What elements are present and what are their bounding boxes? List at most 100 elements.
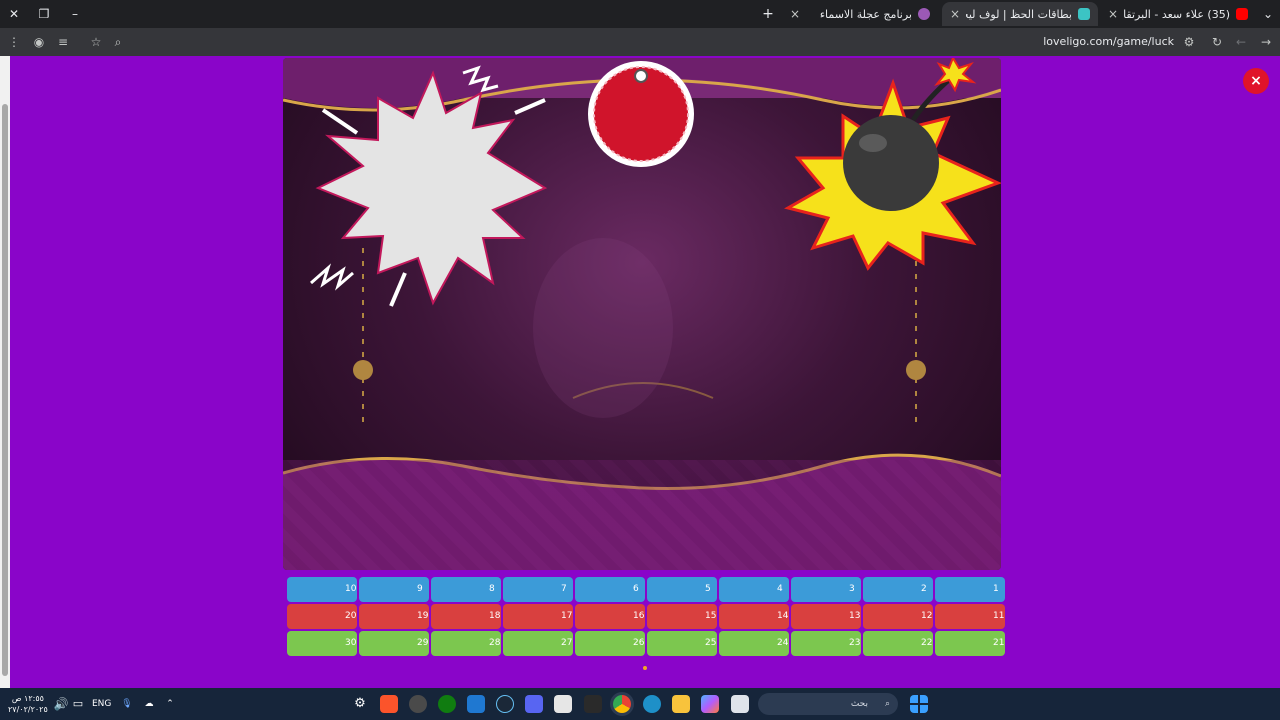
onedrive-icon[interactable]: ☁ <box>140 695 158 713</box>
url-text[interactable]: loveligo.com/game/luck <box>1043 35 1174 48</box>
number-cell[interactable]: 3 <box>791 577 861 602</box>
page-content: × 1 2 3 4 5 6 7 8 9 10 11 12 13 14 15 16… <box>0 56 1280 688</box>
number-cell[interactable]: 7 <box>503 577 573 602</box>
settings-icon[interactable]: ⚙ <box>351 695 369 713</box>
window-minimize-button[interactable]: – <box>67 6 83 22</box>
discord-icon[interactable] <box>525 695 543 713</box>
tab-strip: ⌄ (35) علاء سعد - البرتقالة (ألبوم مح...… <box>0 0 1280 28</box>
new-tab-button[interactable]: + <box>760 6 776 22</box>
steam-icon[interactable] <box>496 695 514 713</box>
tab-youtube[interactable]: (35) علاء سعد - البرتقالة (ألبوم مح... × <box>1100 2 1256 26</box>
number-cell[interactable]: 11 <box>935 604 1005 629</box>
photos-app-icon[interactable] <box>467 695 485 713</box>
clock-date: ٢٧/٠٢/٢٠٢٥ <box>8 705 48 714</box>
chrome-icon[interactable] <box>613 695 631 713</box>
tab-close-icon[interactable]: × <box>790 7 800 21</box>
scrollbar-thumb[interactable] <box>2 104 8 676</box>
number-cell[interactable]: 24 <box>719 631 789 656</box>
tab-close-icon[interactable]: × <box>950 7 960 21</box>
system-clock[interactable]: ١٢:٥٥ ص ٢٧/٠٢/٢٠٢٥ <box>8 688 48 720</box>
zoom-icon[interactable]: ⌕ <box>110 34 126 50</box>
number-cell[interactable]: 13 <box>791 604 861 629</box>
number-cell[interactable]: 26 <box>575 631 645 656</box>
reading-list-icon[interactable]: ≡ <box>55 34 71 50</box>
copilot-icon[interactable] <box>701 695 719 713</box>
clock-time: ١٢:٥٥ ص <box>11 694 44 703</box>
bookmark-star-icon[interactable]: ☆ <box>88 34 104 50</box>
epic-games-icon[interactable] <box>584 695 602 713</box>
number-cell[interactable]: 27 <box>503 631 573 656</box>
window-restore-button[interactable]: ❐ <box>36 6 52 22</box>
number-cell[interactable]: 28 <box>431 631 501 656</box>
windows-start-icon[interactable] <box>910 695 928 713</box>
number-cell[interactable]: 22 <box>863 631 933 656</box>
xbox-icon[interactable] <box>438 695 456 713</box>
lightning-icon <box>310 263 354 291</box>
number-cell[interactable]: 9 <box>359 577 429 602</box>
youtube-favicon-icon <box>1236 8 1248 20</box>
number-cell[interactable]: 25 <box>647 631 717 656</box>
number-cell[interactable]: 6 <box>575 577 645 602</box>
network-icon[interactable]: ▭ <box>69 695 87 713</box>
number-cell[interactable]: 18 <box>431 604 501 629</box>
bomb-icon <box>843 115 939 211</box>
microsoft-store-icon[interactable] <box>554 695 572 713</box>
number-cell[interactable]: 29 <box>359 631 429 656</box>
search-icon: ⌕ <box>884 699 890 709</box>
pagination-dot[interactable] <box>643 666 647 670</box>
decorative-bottom-pattern <box>283 460 1001 570</box>
spark-line <box>514 98 546 115</box>
spark-line <box>389 272 407 307</box>
clock-app-icon[interactable] <box>409 695 427 713</box>
tab-names-wheel[interactable]: برنامج عجلة الاسماء × <box>782 2 938 26</box>
game-close-button[interactable]: × <box>1243 68 1269 94</box>
number-cell[interactable]: 23 <box>791 631 861 656</box>
windows-taskbar: ١٢:٥٥ ص ٢٧/٠٢/٢٠٢٥ 🔊 ▭ ENG 🎙 ☁ ⌃ ⚙ بحث ⌕ <box>0 688 1280 720</box>
number-cell[interactable]: 17 <box>503 604 573 629</box>
number-cell[interactable]: 21 <box>935 631 1005 656</box>
number-cell[interactable]: 12 <box>863 604 933 629</box>
circle-hang-ring <box>634 69 648 83</box>
number-cell[interactable]: 4 <box>719 577 789 602</box>
game-stage <box>283 58 1001 570</box>
search-placeholder: بحث <box>850 699 868 709</box>
right-ornament <box>906 360 926 380</box>
reload-icon[interactable]: ↻ <box>1209 34 1225 50</box>
bomb-highlight <box>859 134 887 152</box>
number-cell[interactable]: 20 <box>287 604 357 629</box>
number-cell[interactable]: 30 <box>287 631 357 656</box>
number-cell[interactable]: 14 <box>719 604 789 629</box>
menu-kebab-icon[interactable]: ⋮ <box>6 34 22 50</box>
site-settings-icon[interactable]: ⚙ <box>1181 34 1197 50</box>
volume-icon[interactable]: 🔊 <box>52 695 70 713</box>
window-close-button[interactable]: ✕ <box>6 6 22 22</box>
back-arrow-icon[interactable]: ← <box>1233 34 1249 50</box>
edge-icon[interactable] <box>643 695 661 713</box>
tab-close-icon[interactable]: × <box>1108 7 1118 21</box>
number-cell[interactable]: 10 <box>287 577 357 602</box>
taskbar-search-box[interactable]: بحث ⌕ <box>758 693 898 715</box>
file-explorer-icon[interactable] <box>672 695 690 713</box>
number-cell[interactable]: 8 <box>431 577 501 602</box>
task-view-icon[interactable] <box>731 695 749 713</box>
number-cell[interactable]: 15 <box>647 604 717 629</box>
tab-title: (35) علاء سعد - البرتقالة (ألبوم مح... <box>1124 7 1230 21</box>
number-cell[interactable]: 19 <box>359 604 429 629</box>
left-ornament <box>353 360 373 380</box>
wheel-favicon-icon <box>918 8 930 20</box>
browser-toolbar: → ← ↻ ⚙ loveligo.com/game/luck ⌕ ☆ ≡ ◉ ⋮ <box>0 28 1280 56</box>
number-cell[interactable]: 16 <box>575 604 645 629</box>
loveligo-favicon-icon <box>1078 8 1090 20</box>
forward-arrow-icon[interactable]: → <box>1258 34 1274 50</box>
profile-avatar-icon[interactable]: ◉ <box>31 34 47 50</box>
number-cell[interactable]: 2 <box>863 577 933 602</box>
language-indicator[interactable]: ENG <box>92 688 111 720</box>
brave-browser-icon[interactable] <box>380 695 398 713</box>
vertical-scrollbar[interactable] <box>0 56 10 688</box>
microphone-icon[interactable]: 🎙 <box>118 695 136 713</box>
number-cell[interactable]: 5 <box>647 577 717 602</box>
number-cell[interactable]: 1 <box>935 577 1005 602</box>
tray-overflow-chevron-icon[interactable]: ⌃ <box>161 695 179 713</box>
tab-luck-cards[interactable]: بطاقات الحظ | لوف ليجو يوفر أفضل... × <box>942 2 1098 26</box>
tab-search-chevron-icon[interactable]: ⌄ <box>1260 6 1276 22</box>
